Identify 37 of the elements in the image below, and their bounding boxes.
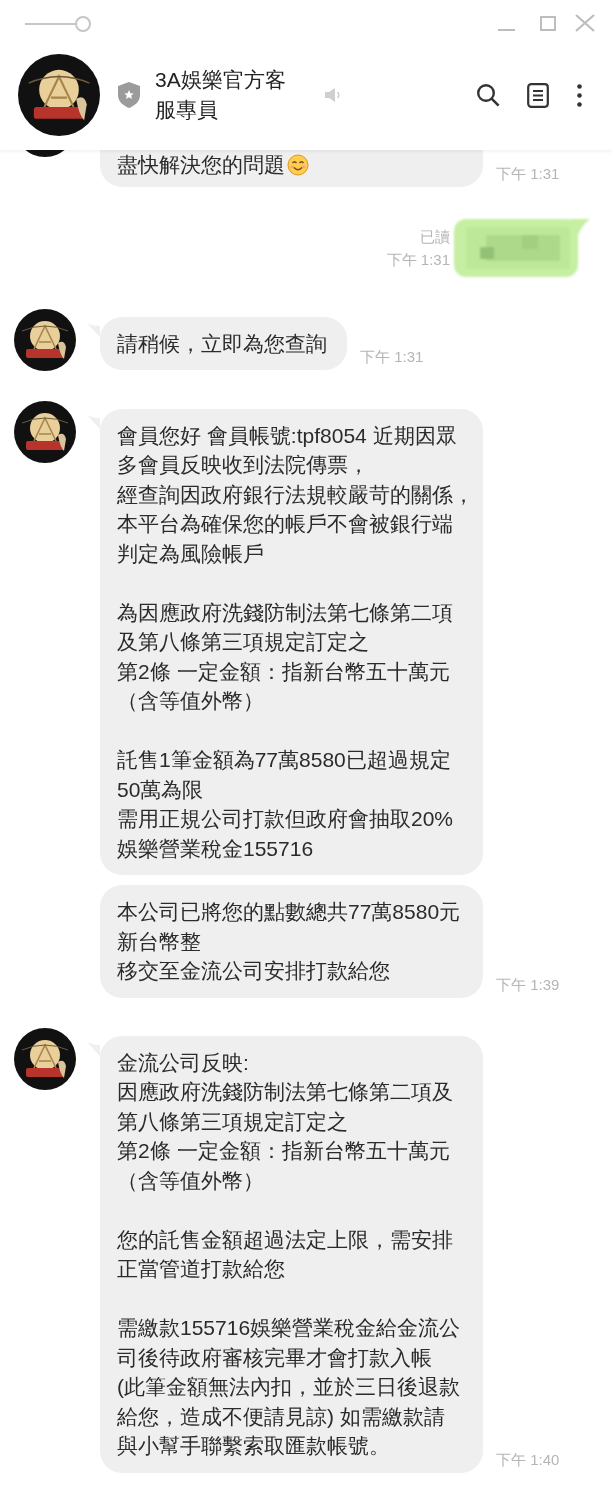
slider-thumb[interactable] bbox=[75, 16, 91, 32]
message-text: 需繳款155716娛樂營業稅金給金流公司後待政府審核完畢才會打款入帳 bbox=[117, 1316, 461, 1369]
message-time: 下午 1:31 bbox=[386, 249, 450, 270]
message-text: 您的託售金額超過法定上限，需安排正當管道打款給您 bbox=[117, 1227, 453, 1280]
document-icon[interactable] bbox=[527, 82, 549, 108]
message-text: 第2條 一定金額：指新台幣五十萬元（含等值外幣） bbox=[117, 1139, 450, 1192]
message-text: 移交至金流公司安排打款給您 bbox=[117, 959, 390, 982]
message-text: 第2條 一定金額：指新台幣五十萬元（含等值外幣） bbox=[117, 659, 450, 712]
message-text: 本公司已將您的點數總共77萬8580元新台幣整 bbox=[117, 900, 461, 953]
avatar bbox=[14, 400, 76, 463]
message-time: 下午 1:31 bbox=[496, 164, 560, 183]
avatar bbox=[25, 150, 65, 157]
minimize-icon[interactable] bbox=[498, 29, 515, 31]
avatar bbox=[14, 1027, 76, 1090]
message-text: 需用正規公司打款但政府會抽取20%娛樂營業稅金155716 bbox=[117, 807, 454, 860]
message-text: 本平台為確保您的帳戶不會被銀行端判定為風險帳戶 bbox=[117, 512, 453, 565]
close-icon[interactable] bbox=[574, 14, 596, 32]
message-time: 下午 1:40 bbox=[496, 1450, 560, 1469]
message-text: 請稍候，立即為您查詢 bbox=[117, 331, 327, 355]
message-text: 盡快解決您的問題 bbox=[117, 153, 285, 176]
search-icon[interactable] bbox=[476, 83, 500, 107]
message-text: 經查詢因政府銀行法規較嚴苛的關係， bbox=[117, 482, 474, 506]
speaker-icon[interactable] bbox=[325, 87, 341, 103]
message-time: 下午 1:31 bbox=[360, 348, 424, 366]
read-receipt: 已讀 bbox=[420, 226, 450, 247]
message-text: 金流公司反映: bbox=[117, 1050, 249, 1074]
message-text: 會員您好 會員帳號:tpf8054 近期因眾多會員反映收到法院傳票， bbox=[117, 423, 457, 476]
message-text: 因應政府洗錢防制法第七條第二項及第八條第三項規定訂定之 bbox=[117, 1080, 453, 1133]
message-text: 託售1筆金額為77萬8580已超過規定50萬為限 bbox=[117, 748, 451, 801]
chat-title: 3A娛樂官方客服專員 bbox=[155, 67, 287, 123]
message-text: (此筆金額無法內扣，並於三日後退款給您，造成不便請見諒) 如需繳款請與小幫手聯繫索取匯款帳號。 bbox=[117, 1375, 460, 1457]
message-time: 下午 1:39 bbox=[496, 975, 560, 994]
shield-star-icon bbox=[118, 82, 140, 108]
more-icon[interactable] bbox=[577, 83, 582, 107]
maximize-icon[interactable] bbox=[540, 15, 556, 31]
message-text: 為因應政府洗錢防制法第七條第二項及第八條第三項規定訂定之 bbox=[117, 600, 453, 653]
avatar bbox=[14, 308, 76, 371]
